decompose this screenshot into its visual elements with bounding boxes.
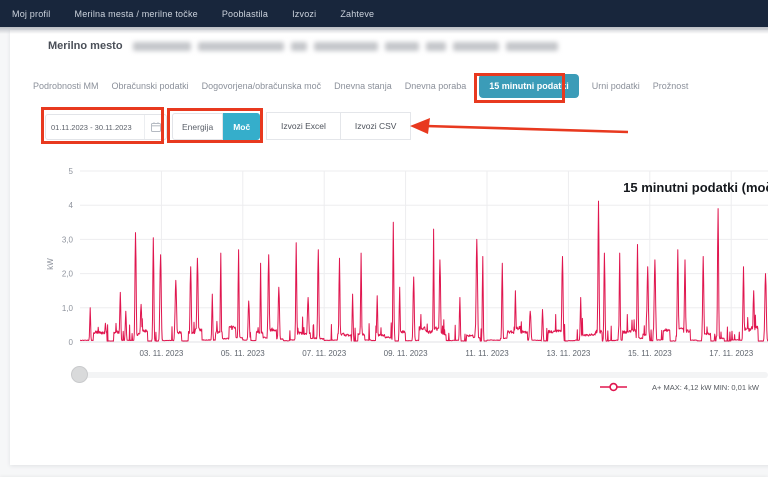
- legend-label: A+ MAX: 4,12 kW MIN: 0,01 kW: [652, 383, 759, 392]
- svg-text:3,0: 3,0: [62, 235, 74, 244]
- tab-bar: Podrobnosti MM Obračunski podatki Dogovorj…: [33, 74, 688, 98]
- chart-legend[interactable]: A+ MAX: 4,12 kW MIN: 0,01 kW: [600, 382, 759, 392]
- date-range-picker[interactable]: 01.11.2023 - 30.11.2023: [45, 114, 167, 140]
- chart-range-track[interactable]: [80, 372, 768, 378]
- toggle-mo[interactable]: Moč: [223, 113, 260, 140]
- power-line-chart: 0 1,0 2,0 3,0 4 5 03. 11. 2023 05. 11. 2023 07. …: [40, 166, 768, 366]
- svg-text:1,0: 1,0: [62, 304, 74, 313]
- svg-text:07. 11. 2023: 07. 11. 2023: [302, 349, 346, 358]
- svg-text:17. 11. 2023: 17. 11. 2023: [709, 349, 753, 358]
- page-footer: [0, 477, 768, 500]
- chart-range-slider[interactable]: [71, 366, 88, 383]
- date-range-value: 01.11.2023 - 30.11.2023: [46, 115, 144, 139]
- nav-item-merilna-mesta-merilne-to-ke[interactable]: Merilna mesta / merilne točke: [75, 9, 198, 19]
- legend-marker-icon: [600, 382, 627, 392]
- content-card: Merilno mesto Podrobnosti MM Obračunski p…: [10, 30, 768, 465]
- tab-pro-nost[interactable]: Prožnost: [653, 74, 689, 98]
- svg-text:13. 11. 2023: 13. 11. 2023: [546, 349, 590, 358]
- unit-toggle: EnergijaMoč: [172, 113, 260, 140]
- svg-text:5: 5: [69, 167, 74, 176]
- nav-item-moj-profil[interactable]: Moj profil: [12, 9, 51, 19]
- tab-podrobnosti-mm[interactable]: Podrobnosti MM: [33, 74, 99, 98]
- tab-urni-podatki[interactable]: Urni podatki: [592, 74, 640, 98]
- tab-obra-unski-podatki[interactable]: Obračunski podatki: [112, 74, 189, 98]
- chart-title: 15 minutni podatki (moč): [623, 180, 768, 195]
- button-izvozi-excel[interactable]: Izvozi Excel: [266, 112, 341, 140]
- svg-text:09. 11. 2023: 09. 11. 2023: [384, 349, 428, 358]
- svg-text:05. 11. 2023: 05. 11. 2023: [221, 349, 265, 358]
- button-izvozi-csv[interactable]: Izvozi CSV: [341, 112, 412, 140]
- svg-text:03. 11. 2023: 03. 11. 2023: [139, 349, 183, 358]
- tab-dogovorjena-obra-unska-mo[interactable]: Dogovorjena/obračunska moč: [202, 74, 322, 98]
- svg-text:15. 11. 2023: 15. 11. 2023: [628, 349, 672, 358]
- toggle-energija[interactable]: Energija: [172, 113, 223, 140]
- svg-text:0: 0: [69, 338, 74, 347]
- svg-text:4: 4: [69, 201, 74, 210]
- measuring-point-header: Merilno mesto: [48, 40, 558, 52]
- nav-item-pooblastila[interactable]: Pooblastila: [222, 9, 268, 19]
- top-navbar: Moj profil Merilna mesta / merilne točke P…: [0, 0, 768, 27]
- nav-item-zahteve[interactable]: Zahteve: [340, 9, 374, 19]
- calendar-icon[interactable]: [144, 115, 166, 139]
- svg-text:kW: kW: [46, 258, 55, 270]
- svg-text:2,0: 2,0: [62, 270, 74, 279]
- tab-dnevna-poraba[interactable]: Dnevna poraba: [405, 74, 467, 98]
- nav-item-izvozi[interactable]: Izvozi: [292, 9, 316, 19]
- svg-text:11. 11. 2023: 11. 11. 2023: [465, 349, 509, 358]
- tab-15-minutni-podatki[interactable]: 15 minutni podatki: [479, 74, 579, 98]
- redacted-text: [133, 42, 558, 51]
- export-buttons: Izvozi ExcelIzvozi CSV: [266, 112, 411, 140]
- page-title: Merilno mesto: [48, 40, 123, 52]
- tab-dnevna-stanja[interactable]: Dnevna stanja: [334, 74, 392, 98]
